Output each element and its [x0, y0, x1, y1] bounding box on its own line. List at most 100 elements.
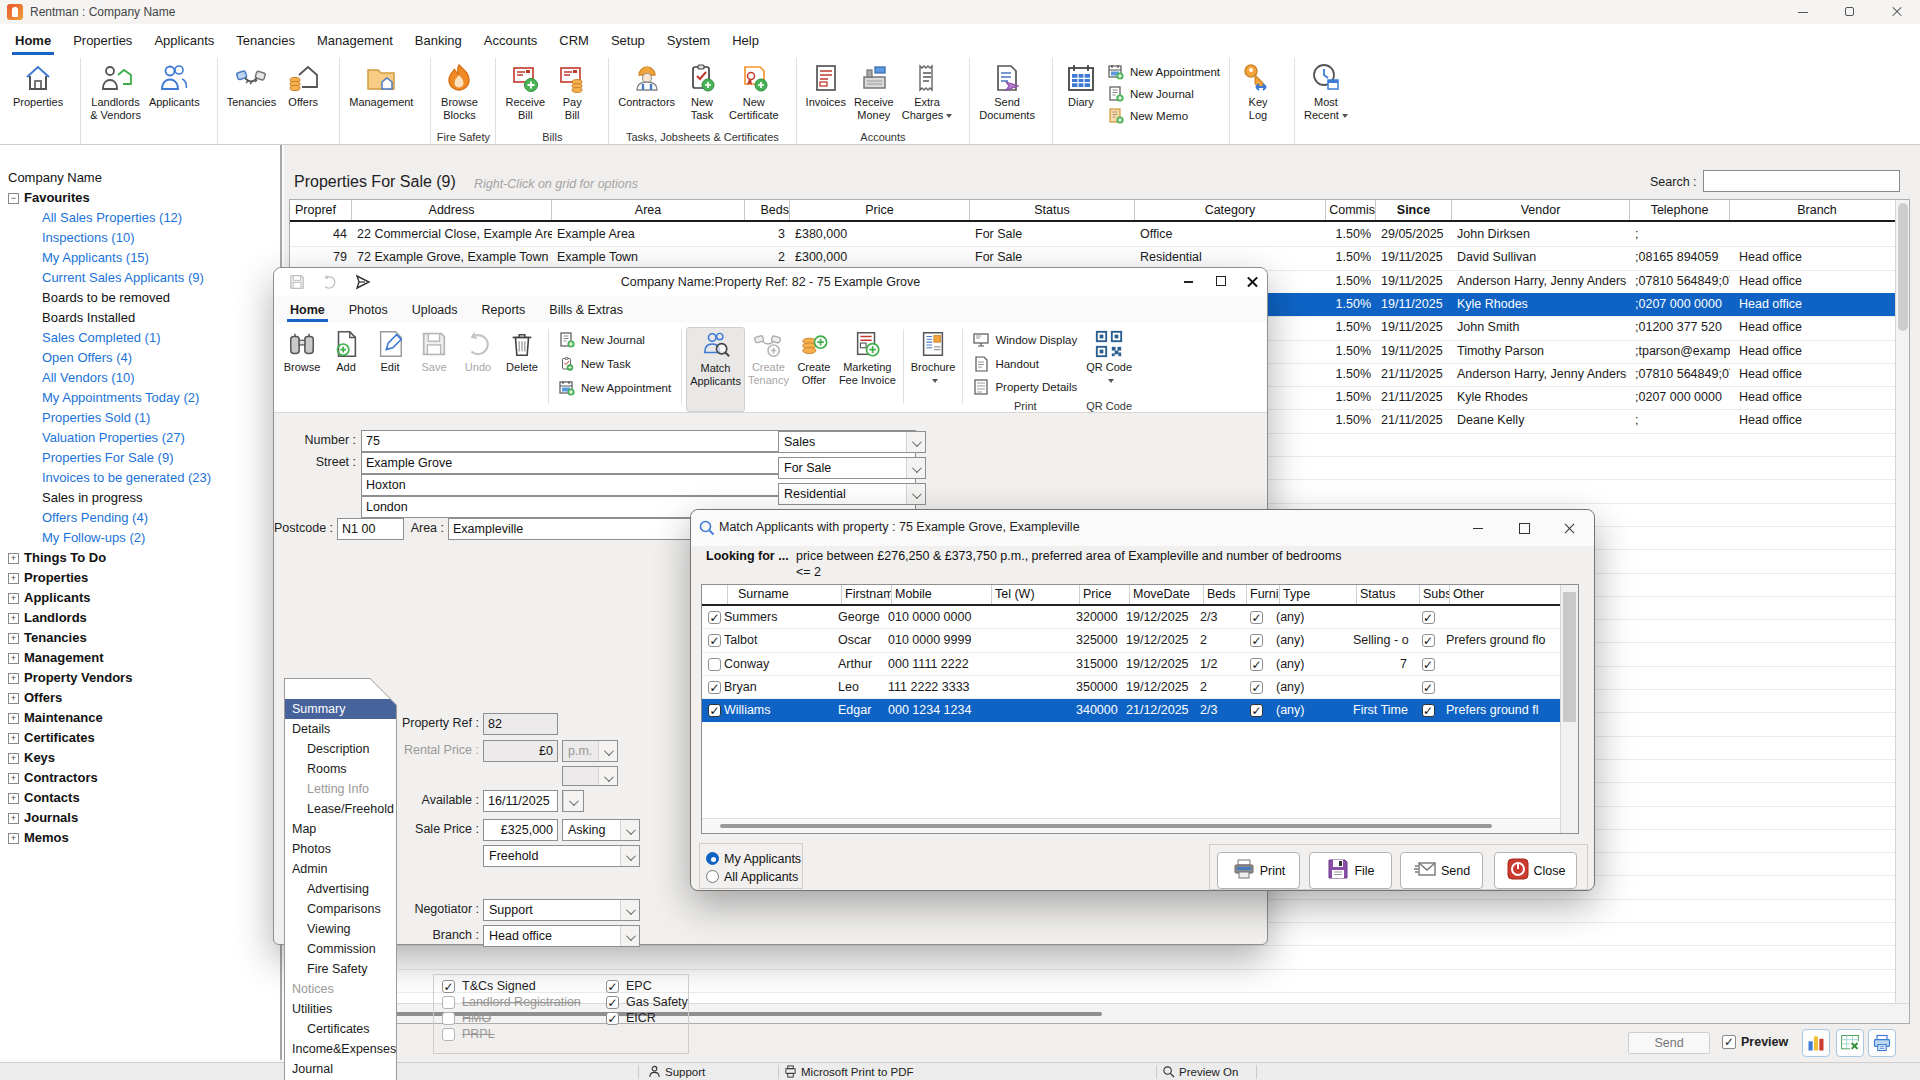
- saleprice-input[interactable]: £325,000: [483, 819, 558, 841]
- ribbon-button[interactable]: PayBill: [549, 60, 595, 123]
- tree-item[interactable]: My Follow-ups (2): [0, 528, 280, 548]
- checkbox[interactable]: ✓: [606, 1012, 619, 1025]
- ribbon-button[interactable]: SendDocuments: [975, 60, 1039, 123]
- ribbon-button[interactable]: Properties: [9, 60, 67, 111]
- menu-item[interactable]: Properties: [62, 24, 143, 56]
- side-tab[interactable]: Income&Expenses: [285, 1039, 396, 1059]
- ribbon-button[interactable]: MostRecent: [1300, 60, 1352, 123]
- column-header[interactable]: Status: [970, 200, 1135, 220]
- column-header[interactable]: Tel (W): [992, 585, 1080, 604]
- close-button[interactable]: Close: [1494, 852, 1577, 889]
- ribbon-button[interactable]: ExtraCharges: [898, 60, 957, 123]
- table-row[interactable]: 4422 Commercial Close, Example AreaExamp…: [290, 223, 1895, 246]
- menu-item[interactable]: Help: [721, 24, 770, 56]
- ribbon-button[interactable]: New Memo: [1108, 107, 1220, 125]
- column-header[interactable]: Branch: [1730, 200, 1895, 220]
- expand-icon[interactable]: +: [8, 653, 19, 664]
- available-dropdown[interactable]: [562, 790, 584, 812]
- ribbon-button[interactable]: New Journal: [1108, 85, 1220, 103]
- minimize-button[interactable]: [1785, 0, 1821, 24]
- status-preview[interactable]: Preview On: [1162, 1063, 1238, 1080]
- column-header[interactable]: Commis: [1326, 200, 1376, 220]
- vertical-scrollbar[interactable]: [1560, 585, 1578, 833]
- expand-icon[interactable]: +: [8, 673, 19, 684]
- available-input[interactable]: 16/11/2025: [483, 790, 558, 812]
- dialog-ribbon-button[interactable]: Undo: [456, 327, 500, 412]
- applicant-row[interactable]: ✓TalbotOscar010 0000 999932500019/12/202…: [702, 629, 1560, 652]
- column-header[interactable]: Address: [352, 200, 552, 220]
- file-button[interactable]: File: [1309, 852, 1392, 889]
- ribbon-button[interactable]: Offers: [280, 60, 326, 111]
- ribbon-button[interactable]: NewCertificate: [725, 60, 783, 123]
- expand-icon[interactable]: +: [8, 553, 19, 564]
- column-header[interactable]: Subs: [1420, 585, 1450, 604]
- column-header[interactable]: Firstname: [842, 585, 892, 604]
- tree-section[interactable]: +Applicants: [0, 588, 280, 608]
- tree-item[interactable]: Properties Sold (1): [0, 408, 280, 428]
- ribbon-button[interactable]: KeyLog: [1235, 60, 1281, 123]
- dialog-ribbon-button[interactable]: New Task: [559, 355, 671, 373]
- dialog-ribbon-button[interactable]: New Journal: [559, 331, 671, 349]
- column-header[interactable]: Type: [1280, 585, 1357, 604]
- checkbox[interactable]: ✓: [606, 980, 619, 993]
- dialog-minimize[interactable]: [1473, 528, 1483, 529]
- applicant-row[interactable]: ✓WilliamsEdgar000 1234 123434000021/12/2…: [702, 699, 1560, 722]
- column-header[interactable]: Vendor: [1452, 200, 1630, 220]
- branch-combo[interactable]: Head office: [483, 925, 640, 947]
- tree-section[interactable]: +Journals: [0, 808, 280, 828]
- column-header[interactable]: Surname: [728, 585, 842, 604]
- dialog-ribbon-button[interactable]: Save: [412, 327, 456, 412]
- column-header[interactable]: Propref: [290, 200, 352, 220]
- column-header[interactable]: Area: [552, 200, 745, 220]
- side-tab[interactable]: Certificates: [285, 1019, 396, 1039]
- expand-icon[interactable]: +: [8, 613, 19, 624]
- dialog-tab[interactable]: Home: [278, 296, 337, 323]
- row-checkbox[interactable]: ✓: [708, 681, 721, 694]
- tree-section[interactable]: +Landlords: [0, 608, 280, 628]
- tree-item[interactable]: Current Sales Applicants (9): [0, 268, 280, 288]
- qr-code-button[interactable]: QR Code: [1083, 327, 1135, 400]
- dialog-ribbon-button[interactable]: MarketingFee Invoice: [836, 327, 899, 412]
- tree-item[interactable]: My Appointments Today (2): [0, 388, 280, 408]
- dialog-ribbon-button[interactable]: New Appointment: [559, 379, 671, 397]
- column-header[interactable]: Mobile: [892, 585, 992, 604]
- side-tab[interactable]: Notices: [285, 979, 396, 999]
- tree-item[interactable]: Inspections (10): [0, 228, 280, 248]
- dialog-ribbon-button[interactable]: Browse: [280, 327, 324, 412]
- send-button[interactable]: Send: [1628, 1032, 1710, 1054]
- maximize-button[interactable]: [1832, 0, 1868, 24]
- menu-item[interactable]: Accounts: [473, 24, 548, 56]
- tenure-combo[interactable]: Freehold: [483, 845, 640, 867]
- expand-icon[interactable]: +: [8, 733, 19, 744]
- column-header[interactable]: Price: [1080, 585, 1130, 604]
- all-applicants-radio[interactable]: [706, 870, 719, 883]
- column-header[interactable]: Category: [1135, 200, 1326, 220]
- tree-item[interactable]: All Vendors (10): [0, 368, 280, 388]
- horizontal-scrollbar[interactable]: [702, 818, 1560, 833]
- close-button[interactable]: [1879, 0, 1915, 24]
- dialog-ribbon-button[interactable]: MatchApplicants: [686, 327, 745, 412]
- dialog-tab[interactable]: Reports: [470, 296, 538, 323]
- tree-root[interactable]: Company Name: [0, 168, 280, 188]
- dialog-tab[interactable]: Bills & Extras: [537, 296, 635, 323]
- dialog-ribbon-button[interactable]: Window Display: [973, 331, 1077, 349]
- expand-icon[interactable]: +: [8, 693, 19, 704]
- asking-combo[interactable]: Asking: [562, 819, 640, 841]
- tree-section[interactable]: +Tenancies: [0, 628, 280, 648]
- side-tab[interactable]: Admin: [285, 859, 396, 879]
- column-header[interactable]: MoveDate: [1130, 585, 1204, 604]
- tree-section[interactable]: +Contractors: [0, 768, 280, 788]
- side-tab[interactable]: Fire Safety: [285, 959, 396, 979]
- search-input[interactable]: [1703, 170, 1900, 192]
- tree-item[interactable]: Boards to be removed: [0, 288, 280, 308]
- ribbon-button[interactable]: Landlords& Vendors: [86, 60, 145, 123]
- side-tab[interactable]: Commission: [285, 939, 396, 959]
- ribbon-button[interactable]: Tenancies: [223, 60, 281, 111]
- expand-icon[interactable]: +: [8, 793, 19, 804]
- preview-checkbox[interactable]: ✓: [1722, 1035, 1736, 1049]
- column-header[interactable]: Status: [1357, 585, 1420, 604]
- dialog-minimize[interactable]: [1184, 281, 1193, 283]
- status-printer[interactable]: Microsoft Print to PDF: [784, 1063, 913, 1080]
- expand-icon[interactable]: +: [8, 633, 19, 644]
- chart-icon[interactable]: [1802, 1029, 1830, 1057]
